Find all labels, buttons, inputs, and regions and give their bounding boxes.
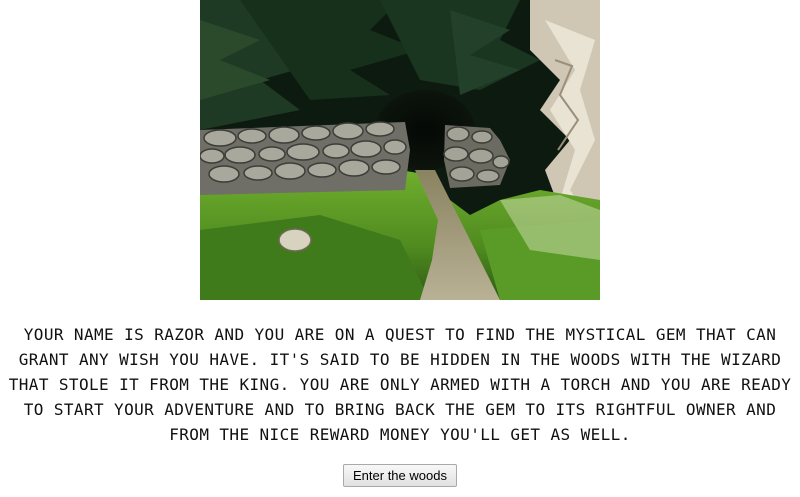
forest-scene-illustration [200, 0, 600, 300]
game-page: Your name is Razor and you are on a ques… [0, 0, 800, 497]
forest-scene-image [200, 0, 600, 300]
enter-woods-button[interactable]: Enter the woods [343, 464, 457, 487]
story-text: Your name is Razor and you are on a ques… [8, 325, 792, 444]
